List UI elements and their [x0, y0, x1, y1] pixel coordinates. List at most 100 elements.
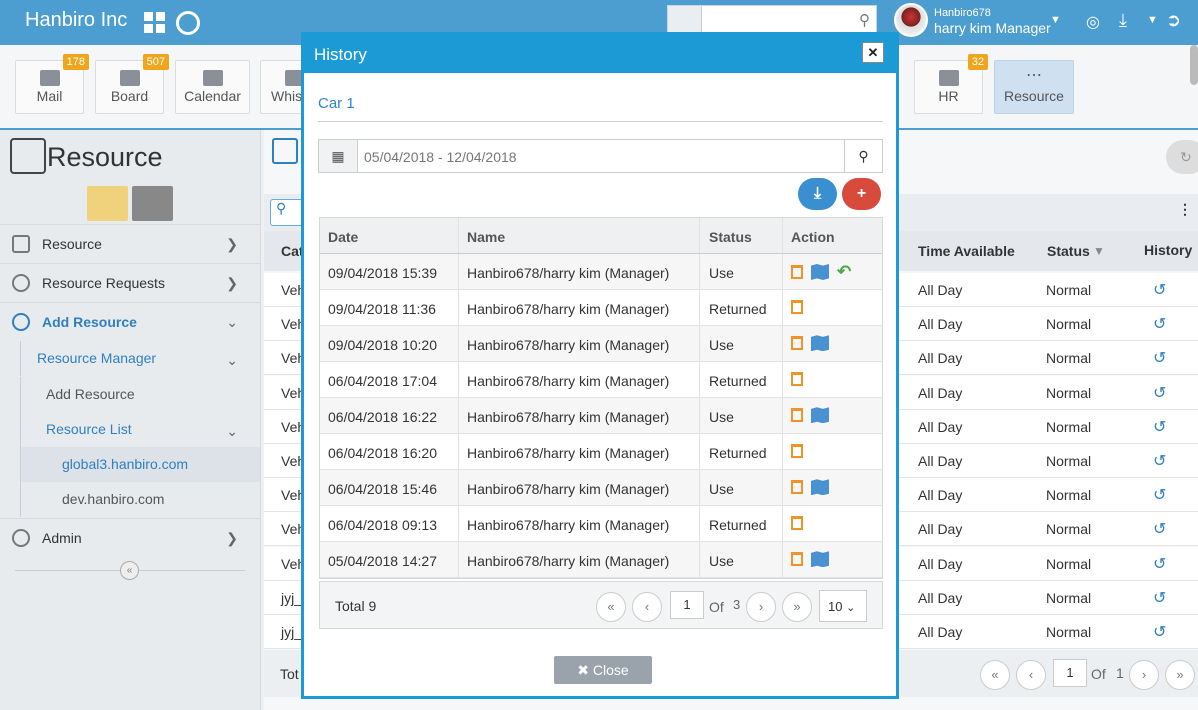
- cell-time: All Day: [918, 487, 963, 504]
- trash-icon[interactable]: [791, 516, 803, 531]
- logout-icon[interactable]: ➲: [1166, 10, 1181, 31]
- trash-icon[interactable]: [791, 480, 803, 495]
- trash-icon[interactable]: [791, 336, 803, 351]
- history-icon[interactable]: ↺: [1153, 348, 1166, 368]
- prev-page-button[interactable]: ‹: [1016, 660, 1046, 690]
- trash-icon[interactable]: [791, 552, 803, 567]
- app-calendar[interactable]: Calendar: [175, 60, 250, 114]
- map-icon[interactable]: [811, 479, 829, 496]
- next-page-button[interactable]: ›: [1129, 660, 1159, 690]
- map-icon[interactable]: [811, 407, 829, 424]
- map-icon[interactable]: [811, 264, 829, 280]
- search-icon[interactable]: ⚲: [844, 140, 882, 172]
- cell-date: 09/04/2018 10:20: [320, 326, 459, 361]
- sidebar-item-resource[interactable]: Resource ❯: [0, 224, 260, 263]
- cell-time: All Day: [918, 282, 963, 298]
- history-icon[interactable]: ↺: [1153, 383, 1166, 403]
- sidebar-item-resource-requests[interactable]: Resource Requests ❯: [0, 263, 260, 302]
- people-icon[interactable]: [668, 6, 702, 35]
- cell-actions: [783, 506, 884, 541]
- trash-icon[interactable]: [791, 444, 803, 459]
- history-icon[interactable]: ↺: [1153, 554, 1166, 574]
- add-button[interactable]: +: [842, 178, 881, 210]
- cell-time: All Day: [918, 418, 963, 435]
- first-page-button[interactable]: «: [980, 660, 1010, 690]
- more-vert-icon[interactable]: ⋮: [1178, 201, 1192, 218]
- chevron-down-icon: ⌄: [226, 314, 238, 330]
- return-icon[interactable]: ↶: [837, 262, 851, 282]
- trash-icon[interactable]: [791, 265, 803, 279]
- date-range-value[interactable]: 05/04/2018 - 12/04/2018: [364, 149, 517, 165]
- calendar-icon[interactable]: ▦: [319, 140, 358, 172]
- cell-name: Hanbiro678/harry kim (Manager): [459, 434, 700, 469]
- date-range-input[interactable]: ▦ 05/04/2018 - 12/04/2018 ⚲: [318, 139, 883, 173]
- chevron-down-icon[interactable]: ▼: [1050, 14, 1061, 26]
- app-hr[interactable]: HR 32: [914, 54, 988, 114]
- cell-name: Hanbiro678/harry kim (Manager): [459, 542, 700, 577]
- history-icon[interactable]: ↺: [1153, 417, 1166, 437]
- cell-status: Normal: [1046, 487, 1092, 504]
- collapse-sidebar-button[interactable]: «: [120, 561, 139, 580]
- close-icon[interactable]: ✕: [862, 42, 884, 63]
- cell-date: 06/04/2018 15:46: [320, 470, 459, 505]
- trash-icon[interactable]: [791, 300, 803, 315]
- list-view-button[interactable]: [132, 186, 173, 221]
- avatar[interactable]: [894, 3, 928, 37]
- prev-page-button[interactable]: ‹: [632, 592, 662, 622]
- download-icon[interactable]: ⤓: [1119, 10, 1127, 31]
- map-icon[interactable]: [811, 551, 829, 568]
- col-action: Action: [791, 229, 835, 245]
- history-icon[interactable]: ↺: [1153, 588, 1166, 608]
- sidebar-item-dev[interactable]: dev.hanbiro.com: [20, 482, 260, 517]
- history-icon[interactable]: ↺: [1153, 451, 1166, 471]
- col-history[interactable]: History: [1144, 242, 1192, 258]
- brand-name[interactable]: Hanbiro Inc: [25, 9, 127, 32]
- grid-icon[interactable]: [144, 12, 165, 33]
- cell-name: Hanbiro678/harry kim (Manager): [459, 470, 700, 505]
- page-input[interactable]: 1: [1053, 659, 1087, 687]
- sidebar-item-admin[interactable]: Admin ❯: [0, 518, 260, 557]
- user-name[interactable]: harry kim Manager: [934, 20, 1051, 36]
- scrollbar[interactable]: [1190, 45, 1198, 85]
- page-input[interactable]: 1: [670, 591, 704, 619]
- signal-icon[interactable]: ◎: [1086, 12, 1100, 32]
- chevron-down-icon: ⌄: [846, 602, 856, 614]
- download-button[interactable]: ⤓: [798, 178, 837, 210]
- history-icon[interactable]: ↺: [1153, 622, 1166, 642]
- sidebar-item-resource-manager[interactable]: Resource Manager ⌄: [20, 341, 260, 376]
- trash-icon[interactable]: [791, 372, 803, 387]
- chevron-down-icon[interactable]: ▼: [1147, 14, 1158, 26]
- refresh-button[interactable]: ↻: [1166, 140, 1198, 174]
- sidebar-item-global3[interactable]: global3.hanbiro.com: [20, 447, 260, 482]
- app-board[interactable]: Board 507: [95, 54, 169, 114]
- app-whisper[interactable]: Whis: [260, 60, 305, 114]
- last-page-button[interactable]: »: [782, 592, 812, 622]
- filter-icon[interactable]: ▼: [1093, 244, 1105, 258]
- history-icon[interactable]: ↺: [1153, 519, 1166, 539]
- calendar-view-button[interactable]: [87, 186, 128, 221]
- history-icon[interactable]: ↺: [1153, 485, 1166, 505]
- divider: [318, 121, 883, 122]
- sidebar-item-add-resource[interactable]: Add Resource ⌄: [0, 302, 260, 341]
- logo-icon[interactable]: [176, 11, 200, 35]
- map-icon[interactable]: [811, 335, 829, 352]
- sidebar-title: Resource: [47, 142, 163, 172]
- search-icon[interactable]: ⚲: [859, 11, 870, 29]
- chevron-down-icon: ⌄: [226, 423, 238, 439]
- page-size-select[interactable]: 10 ⌄: [819, 590, 867, 622]
- next-page-button[interactable]: ›: [746, 592, 776, 622]
- board-badge: 507: [142, 54, 169, 70]
- trash-icon[interactable]: [791, 408, 803, 423]
- resource-logo-icon: [10, 138, 46, 174]
- col-time-available[interactable]: Time Available: [918, 243, 1015, 259]
- first-page-button[interactable]: «: [596, 592, 626, 622]
- sidebar-item-add-resource-sub[interactable]: Add Resource: [20, 377, 260, 412]
- app-resource[interactable]: ⋯ Resource: [994, 60, 1074, 114]
- last-page-button[interactable]: »: [1165, 660, 1195, 690]
- history-icon[interactable]: ↺: [1153, 314, 1166, 334]
- app-mail[interactable]: Mail 178: [15, 54, 89, 114]
- col-status[interactable]: Status: [1047, 243, 1090, 259]
- sidebar-item-resource-list[interactable]: Resource List ⌄: [20, 412, 260, 447]
- close-button[interactable]: ✖ Close: [554, 656, 652, 684]
- history-icon[interactable]: ↺: [1153, 280, 1166, 300]
